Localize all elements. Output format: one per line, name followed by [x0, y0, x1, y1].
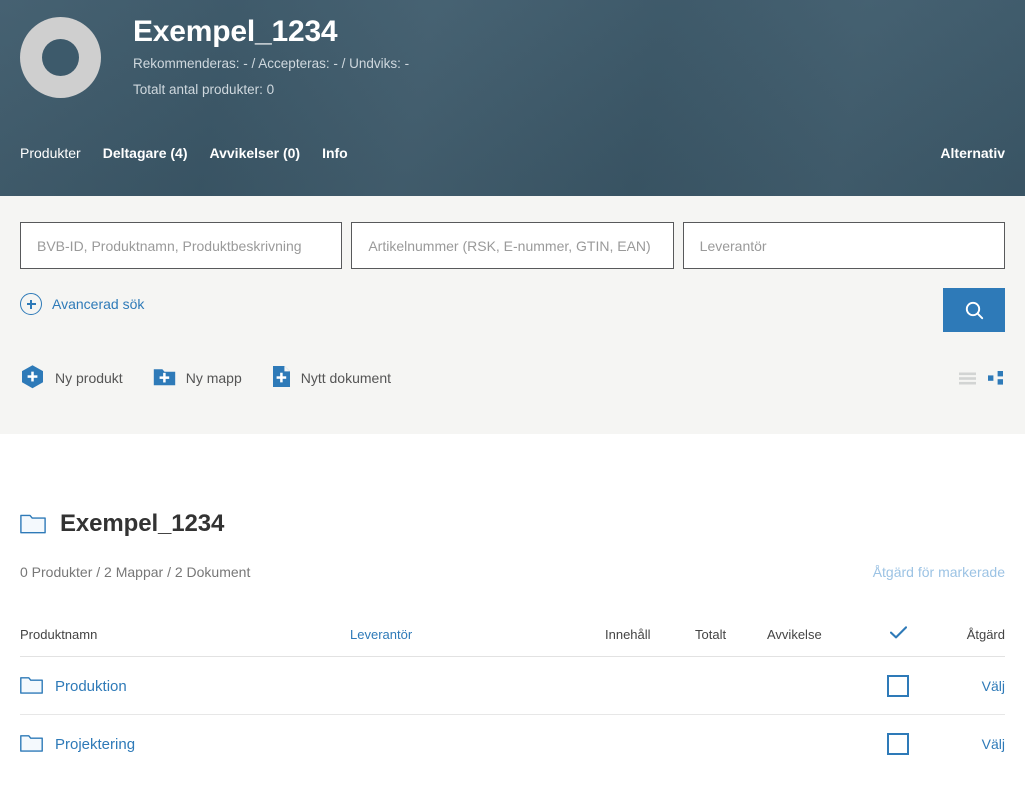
- column-header-deviation[interactable]: Avvikelse: [767, 626, 862, 657]
- list-view-toggle[interactable]: [959, 372, 976, 385]
- cell-total: [695, 656, 767, 715]
- tab-info[interactable]: Info: [322, 145, 348, 161]
- cell-action: Välj: [934, 715, 1005, 773]
- view-toggle-group: [959, 371, 1005, 385]
- bulk-action-link[interactable]: Åtgärd för markerade: [873, 564, 1005, 580]
- tab-deltagare[interactable]: Deltagare (4): [103, 145, 188, 161]
- folder-outline-icon: [20, 512, 46, 537]
- cell-deviation: [767, 656, 862, 715]
- search-icon: [965, 301, 983, 319]
- grid-view-icon: [988, 371, 1003, 385]
- cell-checkbox: [862, 656, 934, 715]
- table-body: Produktion Välj Projektering Välj: [20, 656, 1005, 773]
- project-total-line: Totalt antal produkter: 0: [133, 82, 275, 98]
- column-header-select-all[interactable]: [862, 626, 934, 657]
- new-document-label: Nytt dokument: [300, 370, 391, 386]
- advanced-search-toggle[interactable]: Avancerad sök: [20, 293, 144, 315]
- document-plus-icon: [272, 365, 291, 391]
- search-panel: Avancerad sök Ny produkt: [0, 196, 1025, 434]
- cell-deviation: [767, 715, 862, 773]
- row-checkbox[interactable]: [887, 675, 909, 697]
- advanced-search-label: Avancerad sök: [52, 296, 145, 312]
- table-header: Produktnamn Leverantör Innehåll Totalt A…: [20, 626, 1005, 657]
- quick-actions-row: Ny produkt Ny mapp Nytt dokument: [20, 364, 1005, 392]
- folder-plus-icon: [153, 366, 176, 390]
- folder-outline-icon: [20, 675, 43, 697]
- column-header-content[interactable]: Innehåll: [605, 626, 695, 657]
- folder-title: Exempel_1234: [60, 510, 225, 537]
- new-folder-button[interactable]: Ny mapp: [153, 366, 242, 390]
- row-name-link[interactable]: Projektering: [55, 736, 135, 753]
- table-row: Produktion Välj: [20, 656, 1005, 715]
- options-menu-button[interactable]: Alternativ: [940, 145, 1005, 161]
- select-row-button[interactable]: Välj: [982, 678, 1005, 694]
- tab-produkter[interactable]: Produkter: [20, 145, 81, 161]
- search-input-supplier[interactable]: [682, 222, 1005, 269]
- folder-outline-icon: [20, 733, 43, 755]
- search-input-product[interactable]: [20, 222, 343, 269]
- cell-name: Produktion: [20, 656, 350, 715]
- check-icon: [889, 626, 907, 639]
- content-area: Exempel_1234 0 Produkter / 2 Mappar / 2 …: [0, 434, 1025, 772]
- cell-name: Projektering: [20, 715, 350, 773]
- cell-content: [605, 656, 695, 715]
- search-submit-button[interactable]: [943, 288, 1005, 332]
- row-name-link[interactable]: Produktion: [55, 678, 127, 695]
- page-title: Exempel_1234: [133, 15, 338, 48]
- search-input-article-number[interactable]: [351, 222, 674, 269]
- project-stats-line: Rekommenderas: - / Accepteras: - / Undvi…: [133, 56, 410, 72]
- select-row-button[interactable]: Välj: [982, 736, 1005, 752]
- brand-row: Exempel_1234 Rekommenderas: - / Accepter…: [20, 0, 1005, 101]
- new-product-button[interactable]: Ny produkt: [20, 364, 123, 392]
- column-header-total[interactable]: Totalt: [695, 626, 767, 657]
- column-header-name[interactable]: Produktnamn: [20, 626, 350, 657]
- hexagon-plus-icon: [20, 364, 45, 392]
- new-product-label: Ny produkt: [55, 370, 123, 386]
- search-fields: [20, 222, 1005, 269]
- ring-logo-icon: [20, 17, 101, 98]
- folder-heading: Exempel_1234: [20, 434, 1005, 538]
- products-table: Produktnamn Leverantör Innehåll Totalt A…: [20, 626, 1005, 772]
- new-folder-label: Ny mapp: [185, 370, 242, 386]
- app-header: Exempel_1234 Rekommenderas: - / Accepter…: [0, 0, 1025, 196]
- folder-counts: 0 Produkter / 2 Mappar / 2 Dokument: [20, 564, 251, 580]
- list-view-icon: [959, 372, 976, 384]
- new-document-button[interactable]: Nytt dokument: [272, 365, 391, 391]
- grid-view-toggle[interactable]: [988, 371, 1005, 385]
- cell-total: [695, 715, 767, 773]
- main-nav: Produkter Deltagare (4) Avvikelser (0) I…: [20, 145, 1005, 161]
- counts-row: 0 Produkter / 2 Mappar / 2 Dokument Åtgä…: [20, 564, 1005, 580]
- project-info: Exempel_1234 Rekommenderas: - / Accepter…: [133, 10, 409, 101]
- column-header-supplier[interactable]: Leverantör: [350, 626, 605, 657]
- cell-supplier: [350, 715, 605, 773]
- cell-action: Välj: [934, 656, 1005, 715]
- tab-avvikelser[interactable]: Avvikelser (0): [210, 145, 301, 161]
- header-inner: Exempel_1234 Rekommenderas: - / Accepter…: [0, 0, 1025, 196]
- cell-supplier: [350, 656, 605, 715]
- table-row: Projektering Välj: [20, 715, 1005, 773]
- column-header-action: Åtgärd: [934, 626, 1005, 657]
- cell-checkbox: [862, 715, 934, 773]
- search-second-row: Avancerad sök: [20, 288, 1005, 332]
- table-header-row: Produktnamn Leverantör Innehåll Totalt A…: [20, 626, 1005, 657]
- cell-content: [605, 715, 695, 773]
- row-checkbox[interactable]: [887, 733, 909, 755]
- plus-circle-icon: [20, 293, 42, 315]
